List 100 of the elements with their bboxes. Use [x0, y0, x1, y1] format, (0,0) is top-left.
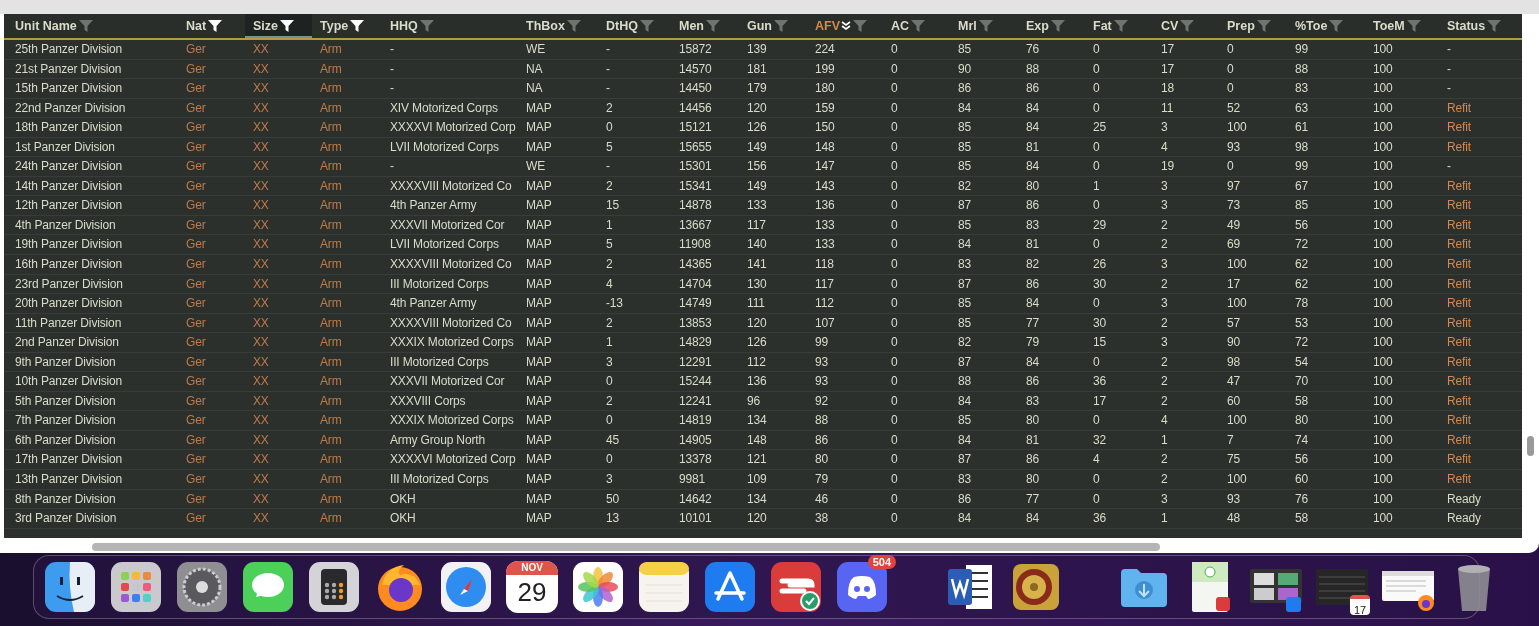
column-header[interactable]: Type: [312, 14, 382, 38]
table-cell-text: 4: [605, 275, 614, 293]
table-cell-text: Arm: [319, 41, 343, 58]
table-cell-text: 17: [1092, 392, 1108, 410]
scrollbar-thumb[interactable]: [1527, 436, 1534, 456]
scrollbar-thumb[interactable]: [92, 543, 1160, 551]
table-cell-text: Arm: [319, 275, 343, 293]
table-cell-text: 4: [1092, 451, 1101, 469]
table-cell-text: 21st Panzer Division: [14, 60, 123, 78]
table-cell-text: -: [605, 41, 611, 58]
vault-door-icon[interactable]: [1010, 561, 1062, 613]
filter-icon[interactable]: [349, 18, 366, 34]
column-header[interactable]: Fat: [1085, 14, 1153, 38]
table-cell-text: MAP: [525, 138, 553, 156]
column-header[interactable]: AC: [883, 14, 950, 38]
table-cell-text: 17th Panzer Division: [14, 451, 124, 469]
column-header[interactable]: CV: [1153, 14, 1219, 38]
sort-descending-icon: [841, 21, 851, 31]
shield-check-icon[interactable]: [770, 561, 822, 613]
table-cell-text: 6th Panzer Division: [14, 431, 117, 449]
table-cell-text: Arm: [319, 510, 343, 528]
table-cell-text: 19th Panzer Division: [14, 236, 124, 254]
column-header[interactable]: Status: [1439, 14, 1522, 38]
table-cell-text: Refit: [1446, 451, 1472, 469]
table-cell-text: 0: [1092, 158, 1101, 176]
table-cell-text: 86: [957, 80, 973, 98]
app-grid-icon[interactable]: [110, 561, 162, 613]
table-cell-text: 1: [605, 334, 614, 352]
table-cell-text: 83: [957, 256, 973, 273]
speech-bubble-icon[interactable]: [242, 561, 294, 613]
table-cell-text: 0: [1092, 490, 1101, 508]
table-cell-text: MAP: [525, 197, 553, 215]
table-cell-text: 87: [957, 353, 973, 371]
table-cell-text: -: [1446, 158, 1452, 176]
table-cell-text: 84: [1025, 158, 1041, 176]
column-header[interactable]: ToeM: [1365, 14, 1439, 38]
table-cell-text: MAP: [525, 431, 553, 449]
table-cell-text: 0: [890, 99, 899, 117]
table-cell-text: 0: [890, 119, 899, 137]
table-cell-text: 0: [890, 216, 899, 234]
table-cell-text: 2: [1160, 373, 1169, 391]
table-cell-text: 87: [957, 275, 973, 293]
filter-icon[interactable]: [279, 18, 295, 34]
table-cell-text: 14th Panzer Division: [14, 177, 124, 195]
table-cell-text: 85: [957, 138, 973, 156]
table-cell-text: 0: [1092, 412, 1101, 430]
table-cell-text: Refit: [1446, 197, 1472, 215]
table-cell-text: XXXXVI Motorized Corp: [389, 119, 517, 137]
column-header[interactable]: HHQ: [382, 14, 518, 38]
notepad-icon[interactable]: [638, 561, 690, 613]
table-cell-text: 136: [746, 373, 768, 391]
column-header[interactable]: Nat: [178, 14, 245, 38]
table-cell-text: 100: [1226, 471, 1248, 489]
table-cell-text: XX: [252, 138, 270, 156]
calendar-icon[interactable]: NOV 29: [506, 561, 558, 613]
column-header[interactable]: Size: [245, 14, 312, 38]
table-cell-text: 14642: [678, 490, 713, 508]
table-cell-text: 3: [1160, 256, 1169, 273]
table-cell-text: 84: [957, 510, 973, 528]
table-cell-text: 3: [1160, 295, 1169, 313]
table-cell-text: MAP: [525, 177, 553, 195]
table-cell-text: 73: [1226, 197, 1242, 215]
table-cell-text: 58: [1294, 392, 1310, 410]
filter-icon[interactable]: [207, 18, 224, 34]
table-cell-text: 0: [890, 490, 899, 508]
table-cell-text: XX: [252, 314, 270, 332]
smiling-face-icon[interactable]: [44, 561, 96, 613]
calculator-icon[interactable]: [308, 561, 360, 613]
table-cell-text: 4: [1160, 138, 1169, 156]
letter-a-icon[interactable]: [704, 561, 756, 613]
table-cell-text: XXXVIII Corps: [389, 392, 467, 410]
table-cell-text: 72: [1294, 334, 1310, 352]
column-header[interactable]: Mrl: [950, 14, 1018, 38]
column-header[interactable]: Prep: [1219, 14, 1287, 38]
table-cell-text: Ready: [1446, 490, 1482, 508]
table-cell-text: 141: [746, 256, 768, 273]
table-cell-text: 111: [746, 295, 766, 313]
table-cell-text: XX: [252, 60, 270, 78]
table-cell-text: XXXXVIII Motorized Co: [389, 314, 513, 332]
table-cell-text: 11th Panzer Division: [14, 314, 123, 332]
column-header[interactable]: Gun: [739, 14, 807, 38]
column-header[interactable]: DtHQ: [598, 14, 671, 38]
table-cell-text: 109: [746, 471, 768, 489]
gear-icon[interactable]: [176, 561, 228, 613]
column-header[interactable]: Unit Name: [4, 14, 178, 38]
column-header[interactable]: Men: [671, 14, 739, 38]
flower-icon[interactable]: [572, 561, 624, 613]
column-header[interactable]: Exp: [1018, 14, 1085, 38]
notification-badge: 504: [867, 555, 896, 569]
table-cell-text: 149: [746, 177, 768, 195]
table-cell-text: 90: [957, 60, 973, 78]
table-cell-text: 84: [957, 431, 973, 449]
table-cell-text: Arm: [319, 392, 343, 410]
compass-icon[interactable]: [440, 561, 492, 613]
column-header[interactable]: %Toe: [1287, 14, 1365, 38]
column-header[interactable]: ThBox: [518, 14, 598, 38]
column-header[interactable]: AFV: [807, 14, 883, 38]
table-cell-text: 76: [1025, 41, 1041, 58]
table-cell-text: 69: [1226, 236, 1242, 254]
table-cell-text: XX: [252, 471, 270, 489]
